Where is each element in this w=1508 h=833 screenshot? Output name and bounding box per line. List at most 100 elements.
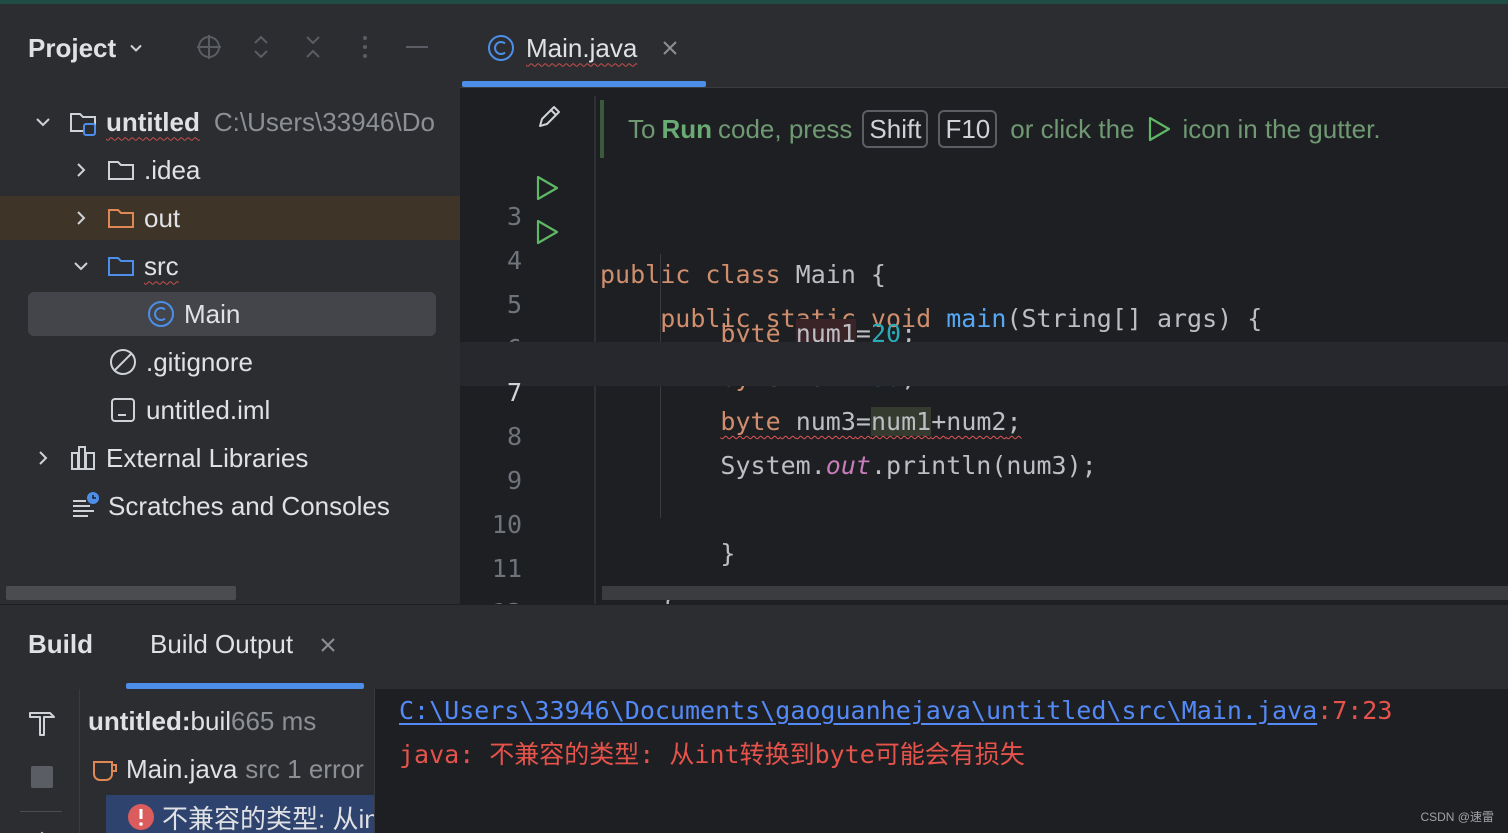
code-line[interactable]: 8 System.out.println(num3); bbox=[460, 386, 1508, 480]
build-toolbar bbox=[0, 689, 80, 833]
run-gutter-icon[interactable] bbox=[534, 219, 560, 245]
run-hint-banner: To Run code, press Shift F10 or click th… bbox=[600, 100, 1508, 158]
tree-label-external-libraries: External Libraries bbox=[106, 442, 309, 473]
tree-label-out: out bbox=[144, 202, 181, 233]
tree-label-gitignore: .gitignore bbox=[146, 346, 253, 377]
tree-item-idea[interactable]: .idea bbox=[0, 148, 460, 192]
tree-path-untitled: C:\Users\33946\Do bbox=[213, 106, 435, 137]
tree-item-iml[interactable]: untitled.iml bbox=[0, 388, 460, 432]
build-tree: untitled: buil 665 ms Main.java src 1 er… bbox=[80, 689, 374, 833]
close-icon[interactable] bbox=[659, 37, 681, 59]
error-position: :7:23 bbox=[1317, 696, 1393, 725]
code-line[interactable]: 9 bbox=[460, 430, 1508, 495]
editor-area: Main.java To Run code, press Shift F10 o… bbox=[460, 4, 1508, 604]
tree-item-src[interactable]: src bbox=[0, 244, 460, 288]
file-path-link[interactable]: C:\Users\33946\Documents\gaoguanhejava\u… bbox=[399, 696, 1317, 725]
hint-run-word: Run bbox=[661, 113, 713, 144]
tree-item-main[interactable]: Main bbox=[28, 292, 436, 336]
chevron-right-icon[interactable] bbox=[70, 207, 92, 229]
library-icon bbox=[68, 443, 98, 473]
project-horizontal-scrollbar[interactable] bbox=[6, 586, 236, 600]
tree-label-scratches: Scratches and Consoles bbox=[108, 490, 390, 521]
build-panel: Build Build Output untitled: buil 665 ms bbox=[0, 604, 1508, 833]
project-panel: Project untitled C:\Users\33946\Do .idea… bbox=[0, 4, 460, 604]
code-line[interactable]: 6 byte num2=30; bbox=[460, 298, 1508, 392]
hint-middle: code, press bbox=[718, 113, 853, 144]
java-file-icon bbox=[90, 754, 120, 784]
line-number: 12 bbox=[460, 591, 522, 604]
tree-item-untitled[interactable]: untitled C:\Users\33946\Do bbox=[0, 100, 460, 144]
folder-icon bbox=[106, 155, 136, 185]
code-line[interactable]: 11 } bbox=[460, 518, 1508, 604]
build-tab-bar: Build Build Output bbox=[0, 605, 1508, 689]
java-class-icon bbox=[486, 33, 516, 63]
close-icon[interactable] bbox=[317, 634, 339, 656]
expand-all-icon[interactable] bbox=[246, 32, 276, 62]
ignore-file-icon bbox=[108, 347, 138, 377]
editor-horizontal-scrollbar[interactable] bbox=[602, 586, 1508, 600]
java-class-icon bbox=[146, 299, 176, 329]
tab-label: Main.java bbox=[526, 32, 638, 63]
code-line-current[interactable]: 7 byte num3=num1+num2; bbox=[460, 342, 1508, 436]
shortcut-key-f10: F10 bbox=[938, 110, 998, 148]
hint-suffix: icon in the gutter. bbox=[1182, 113, 1381, 144]
chevron-down-icon[interactable] bbox=[32, 111, 54, 133]
project-title: Project bbox=[28, 32, 117, 63]
build-time: 665 ms bbox=[231, 705, 317, 736]
run-gutter-icon[interactable] bbox=[534, 175, 560, 201]
build-title: Build bbox=[28, 629, 93, 659]
tab-main-java[interactable]: Main.java bbox=[486, 28, 681, 68]
editor-tab-bar: Main.java bbox=[460, 4, 1508, 88]
project-toolbar bbox=[194, 32, 432, 62]
run-icon bbox=[1147, 116, 1171, 142]
tree-item-out[interactable]: out bbox=[0, 196, 460, 240]
build-tree-file[interactable]: Main.java src 1 error bbox=[90, 747, 364, 791]
build-tree-error[interactable]: 不兼容的类型: 从in bbox=[106, 795, 374, 833]
code-line[interactable]: 5 byte num1=20; bbox=[460, 254, 1508, 348]
scratches-icon bbox=[70, 491, 100, 521]
tab-build-output[interactable]: Build Output bbox=[150, 629, 339, 660]
build-hammer-icon[interactable] bbox=[24, 705, 60, 741]
pencil-icon[interactable] bbox=[534, 102, 564, 132]
hint-prefix: To bbox=[628, 113, 656, 144]
watermark: CSDN @速雷 bbox=[1420, 810, 1494, 824]
hide-panel-icon[interactable] bbox=[402, 32, 432, 62]
build-output-console: C:\Users\33946\Documents\gaoguanhejava\u… bbox=[374, 689, 1508, 833]
options-menu-icon[interactable] bbox=[350, 32, 380, 62]
tree-item-gitignore[interactable]: .gitignore bbox=[0, 340, 460, 384]
module-folder-icon bbox=[68, 107, 98, 137]
tree-item-external-libraries[interactable]: External Libraries bbox=[0, 436, 460, 480]
build-tree-project[interactable]: untitled: buil 665 ms bbox=[88, 699, 316, 743]
chevron-down-icon[interactable] bbox=[70, 255, 92, 277]
code-line[interactable]: 3 public class Main { bbox=[460, 166, 1508, 289]
collapse-all-icon[interactable] bbox=[298, 32, 328, 62]
output-line-location: C:\Users\33946\Documents\gaoguanhejava\u… bbox=[399, 689, 1392, 733]
shortcut-key-shift: Shift bbox=[862, 110, 929, 148]
project-view-selector[interactable]: Project bbox=[28, 30, 144, 66]
collapse-icon[interactable] bbox=[24, 821, 60, 833]
build-file-name: Main.java bbox=[126, 753, 238, 784]
code-line[interactable]: 4 public static void main(String[] args)… bbox=[460, 210, 1508, 333]
chevron-right-icon[interactable] bbox=[70, 159, 92, 181]
hint-bar bbox=[600, 100, 604, 158]
build-status: buil bbox=[190, 705, 232, 736]
code-line[interactable]: 10 } bbox=[460, 474, 1508, 568]
hint-middle2: or click the bbox=[1010, 113, 1135, 144]
tree-label-iml: untitled.iml bbox=[146, 394, 271, 425]
tab-label: Build Output bbox=[150, 629, 294, 659]
build-project-name: untitled: bbox=[88, 705, 191, 736]
tree-label-untitled: untitled bbox=[106, 106, 200, 137]
excluded-folder-icon bbox=[106, 203, 136, 233]
module-file-icon bbox=[108, 395, 138, 425]
locate-icon[interactable] bbox=[194, 32, 224, 62]
error-icon bbox=[126, 802, 156, 832]
tree-label-src: src bbox=[144, 250, 179, 281]
output-line-error: java: 不兼容的类型: 从int转换到byte可能会有损失 bbox=[399, 740, 1025, 769]
stop-icon[interactable] bbox=[24, 759, 60, 795]
tree-item-scratches[interactable]: Scratches and Consoles bbox=[0, 484, 460, 528]
source-folder-icon bbox=[106, 251, 136, 281]
chevron-right-icon[interactable] bbox=[32, 447, 54, 469]
build-error-message: 不兼容的类型: 从in bbox=[162, 803, 374, 833]
tree-label-main: Main bbox=[184, 298, 241, 329]
active-tab-indicator bbox=[462, 81, 706, 87]
